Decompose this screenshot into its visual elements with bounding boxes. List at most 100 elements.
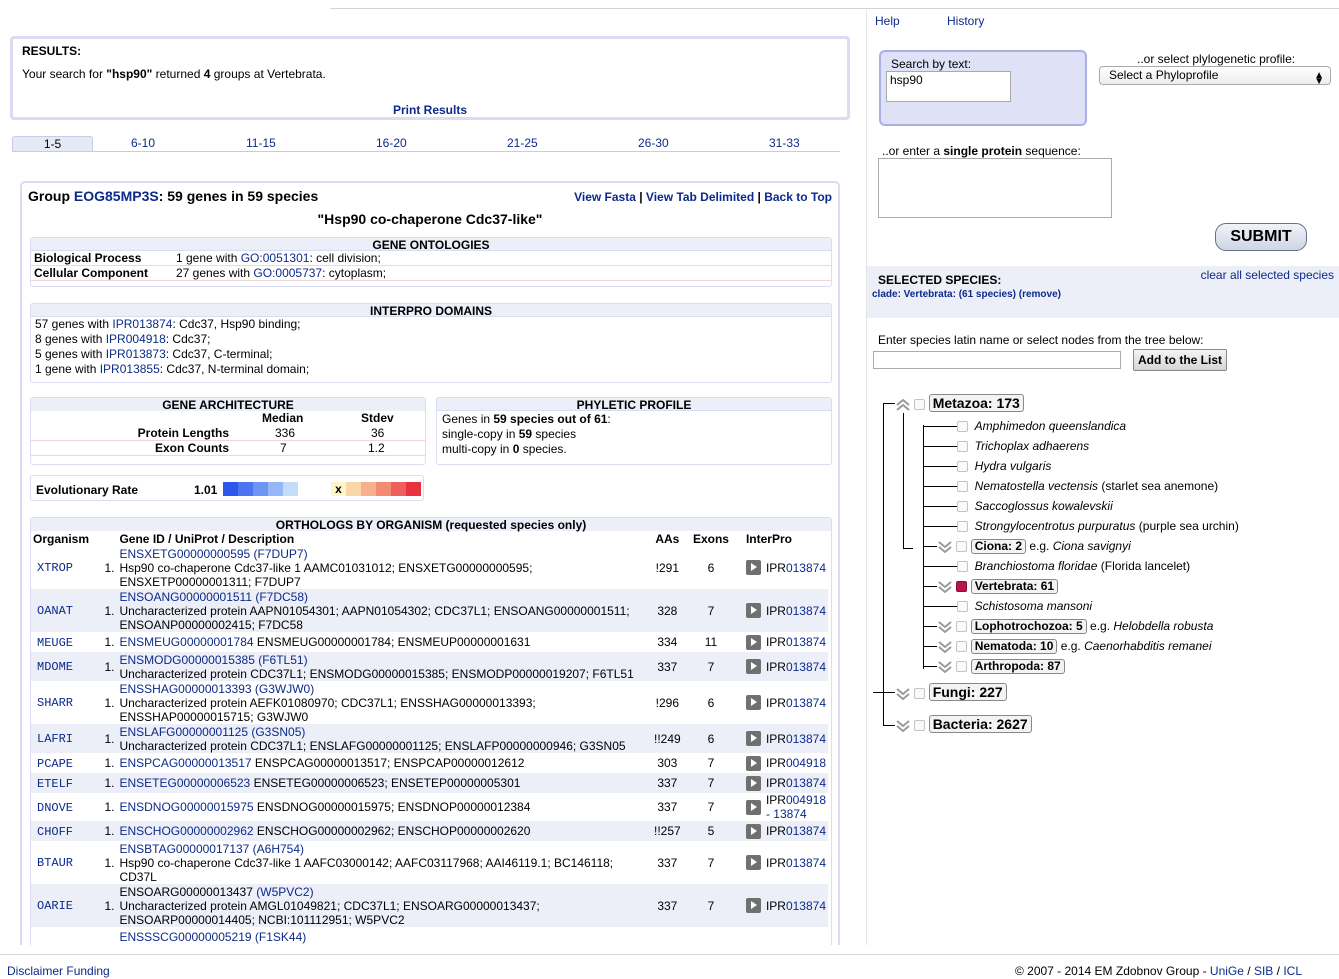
interpro-link[interactable]: 013874 [786, 776, 826, 790]
tree-checkbox[interactable] [957, 561, 968, 573]
interpro-link[interactable]: 004918 [786, 756, 826, 770]
interpro-link[interactable]: 004918 [786, 793, 826, 807]
interpro-link[interactable]: 013874 [786, 824, 826, 838]
tree-checkbox[interactable] [957, 521, 968, 533]
gene-link[interactable]: ENSCHOG00000002962 [119, 824, 253, 838]
play-icon[interactable] [745, 799, 761, 815]
history-link[interactable]: History [947, 14, 984, 28]
help-link[interactable]: Help [875, 14, 900, 28]
gene-link[interactable]: ENSPCAG00000013517 [119, 756, 251, 770]
play-icon[interactable] [745, 560, 761, 575]
submit-button[interactable]: SUBMIT [1215, 223, 1307, 251]
expand-icon[interactable] [937, 620, 953, 634]
tree-checkbox[interactable] [957, 601, 968, 613]
organism-code[interactable]: BTAUR [37, 856, 73, 870]
gene-link[interactable]: (W5PVC2) [253, 885, 313, 899]
tree-node-saccoglossus[interactable]: Saccoglossus kowalevskii [957, 497, 1113, 515]
play-icon[interactable] [745, 898, 761, 913]
view-fasta-link[interactable]: View Fasta [574, 190, 636, 204]
tree-node-bacteria[interactable]: Bacteria: 2627 [895, 715, 1032, 733]
interpro-link[interactable]: IPR013855 [100, 362, 160, 376]
gene-link[interactable]: ENSSSCG00000005219 (F1SK44) [119, 930, 306, 944]
organism-code[interactable]: OANAT [37, 604, 73, 618]
play-icon[interactable] [745, 659, 761, 674]
tree-node-trichoplax[interactable]: Trichoplax adhaerens [957, 437, 1089, 455]
page-tab-16-20[interactable]: 16-20 [376, 136, 407, 152]
group-id-link[interactable]: EOG85MP3S [74, 188, 159, 204]
tree-node-lophotrochozoa[interactable]: Lophotrochozoa: 5 e.g. Helobdella robust… [937, 617, 1213, 635]
interpro-link[interactable]: IPR004918 [106, 332, 166, 346]
sib-link[interactable]: SIB [1254, 964, 1273, 978]
tree-node-fungi[interactable]: Fungi: 227 [895, 683, 1007, 701]
interpro-link[interactable]: 013874 [786, 561, 826, 575]
play-icon[interactable] [745, 603, 761, 618]
expand-icon[interactable] [895, 719, 911, 733]
gene-link[interactable]: ENSSHAG00000013393 (G3WJW0) [119, 682, 314, 696]
tree-node-branchiostoma[interactable]: Branchiostoma floridae (Florida lancelet… [957, 557, 1190, 575]
interpro-link[interactable]: 013874 [786, 899, 826, 913]
view-tab-delimited-link[interactable]: View Tab Delimited [646, 190, 754, 204]
unige-link[interactable]: UniGe [1210, 964, 1244, 978]
sequence-input[interactable] [878, 158, 1112, 218]
organism-code[interactable]: ETELF [37, 777, 73, 791]
page-tab-6-10[interactable]: 6-10 [131, 136, 155, 152]
phyloprofile-select[interactable]: Select a Phyloprofile ▲ ▼ [1099, 66, 1331, 87]
expand-icon[interactable] [937, 580, 953, 594]
interpro-link[interactable]: 013874 [786, 696, 826, 710]
organism-code[interactable]: LAFRI [37, 732, 73, 746]
clear-species-link[interactable]: clear all selected species [1201, 268, 1334, 282]
tree-node-arthropoda[interactable]: Arthropoda: 87 [937, 657, 1065, 675]
organism-code[interactable]: PCAPE [37, 757, 73, 771]
tree-node-nematoda[interactable]: Nematoda: 10 e.g. Caenorhabditis remanei [937, 637, 1211, 655]
play-icon[interactable] [745, 755, 761, 771]
tree-checkbox[interactable] [956, 621, 968, 633]
tree-node-nematostella[interactable]: Nematostella vectensis (starlet sea anem… [957, 477, 1218, 495]
page-tab-21-25[interactable]: 21-25 [507, 136, 538, 152]
organism-code[interactable]: SHARR [37, 696, 73, 710]
organism-code[interactable]: OARIE [37, 899, 73, 913]
tree-node-vertebrata[interactable]: Vertebrata: 61 [937, 577, 1059, 595]
print-results-link[interactable]: Print Results [393, 103, 467, 117]
tree-checkbox[interactable] [956, 541, 968, 553]
play-icon[interactable] [745, 775, 761, 791]
interpro-link[interactable]: 013874 [786, 604, 826, 618]
interpro-link[interactable]: 013874 [786, 732, 826, 746]
tree-checkbox[interactable] [914, 399, 926, 411]
species-name-input[interactable] [873, 351, 1121, 369]
tree-node-ciona[interactable]: Ciona: 2 e.g. Ciona savignyi [937, 537, 1131, 555]
tree-node-schistosoma[interactable]: Schistosoma mansoni [957, 597, 1092, 615]
gene-link[interactable]: ENSMEUG00000001784 [119, 635, 253, 649]
disclaimer-link[interactable]: Disclaimer [7, 964, 63, 978]
go-link[interactable]: GO:0005737 [253, 266, 322, 280]
go-link[interactable]: GO:0051301 [241, 251, 310, 265]
gene-link[interactable]: ENSMODG00000015385 (F6TL51) [119, 653, 307, 667]
gene-link[interactable]: ENSETEG00000006523 [119, 776, 250, 790]
tree-checkbox[interactable] [956, 661, 968, 673]
organism-code[interactable]: XTROP [37, 561, 73, 575]
collapse-icon[interactable] [895, 398, 911, 412]
gene-link[interactable]: ENSOANG00000001511 (F7DC58) [119, 590, 308, 604]
expand-icon[interactable] [937, 540, 953, 554]
gene-link[interactable]: ENSLAFG00000001125 (G3SN05) [119, 725, 305, 739]
interpro-link[interactable]: - 13874 [766, 807, 807, 821]
tree-checkbox-checked[interactable] [956, 581, 968, 593]
gene-link[interactable]: ENSDNOG00000015975 [119, 800, 253, 814]
play-icon[interactable] [745, 823, 761, 839]
expand-icon[interactable] [937, 660, 953, 674]
tree-node-strongylocentrotus[interactable]: Strongylocentrotus purpuratus (purple se… [957, 517, 1239, 535]
play-icon[interactable] [745, 695, 761, 710]
page-tab-11-15[interactable]: 11-15 [246, 136, 276, 152]
tree-checkbox[interactable] [957, 501, 968, 513]
back-to-top-link[interactable]: Back to Top [764, 190, 832, 204]
organism-code[interactable]: MEUGE [37, 636, 73, 650]
page-tab-31-33[interactable]: 31-33 [769, 136, 800, 152]
play-icon[interactable] [745, 731, 761, 746]
tree-checkbox[interactable] [957, 441, 968, 453]
expand-icon[interactable] [937, 640, 953, 654]
add-to-list-button[interactable]: Add to the List [1133, 349, 1227, 371]
organism-code[interactable]: DNOVE [37, 801, 73, 815]
play-icon[interactable] [745, 634, 761, 650]
interpro-link[interactable]: 013874 [786, 660, 826, 674]
page-tab-26-30[interactable]: 26-30 [638, 136, 669, 152]
tree-node-hydra[interactable]: Hydra vulgaris [957, 457, 1051, 475]
